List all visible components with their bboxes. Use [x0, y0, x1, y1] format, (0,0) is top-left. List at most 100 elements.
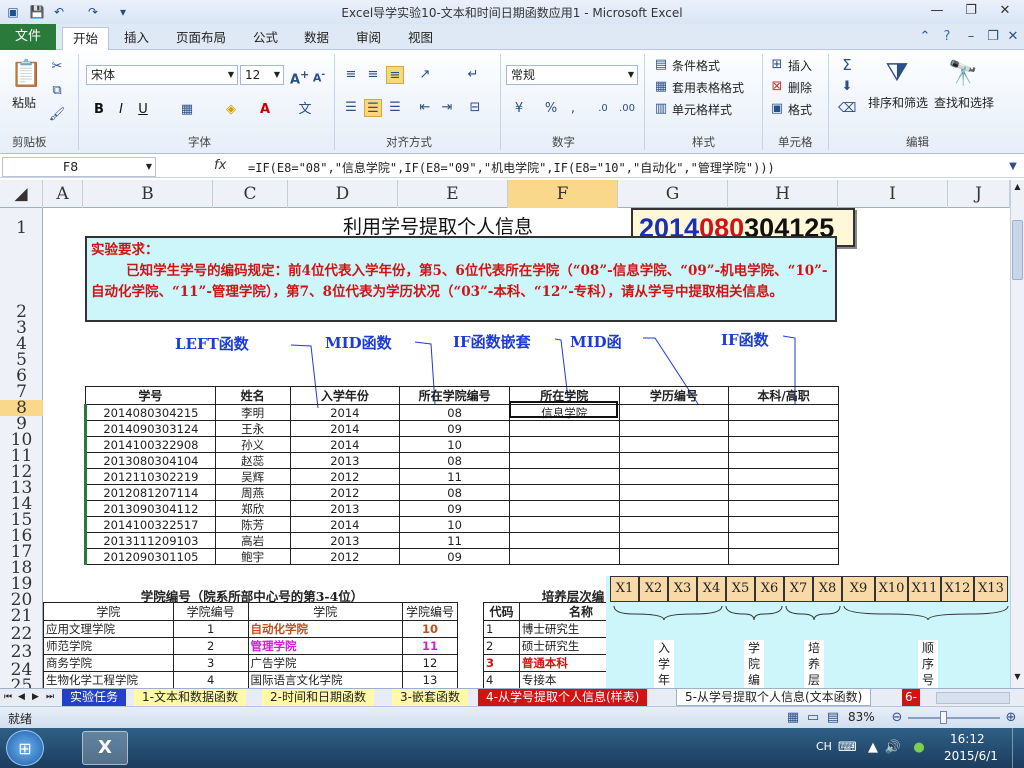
- college-code-cell[interactable]: 10: [401, 620, 459, 638]
- cell-style-icon[interactable]: ▥: [652, 100, 670, 118]
- normal-view-icon[interactable]: ▦: [784, 709, 802, 727]
- network-icon[interactable]: ●: [910, 739, 928, 757]
- student-cell[interactable]: 2013080304104: [84, 452, 216, 469]
- currency-icon[interactable]: ¥: [510, 100, 528, 118]
- percent-icon[interactable]: %: [542, 100, 560, 118]
- college-name-cell[interactable]: 国际语言文化学院: [247, 671, 403, 688]
- student-cell[interactable]: 2013111209103: [84, 532, 216, 549]
- merge-center-icon[interactable]: ⊟: [466, 99, 484, 117]
- college-code-cell[interactable]: 11: [401, 637, 459, 655]
- student-cell[interactable]: [508, 468, 620, 485]
- column-header-f[interactable]: F: [508, 180, 618, 208]
- student-cell[interactable]: 2012081207114: [84, 484, 216, 501]
- align-right-icon[interactable]: ☰: [386, 99, 404, 117]
- student-cell[interactable]: 2013090304112: [84, 500, 216, 517]
- student-cell[interactable]: 陈芳: [214, 516, 291, 533]
- student-cell[interactable]: [728, 468, 839, 485]
- student-cell[interactable]: 2014: [289, 436, 401, 453]
- student-cell[interactable]: [508, 548, 620, 565]
- decrease-indent-icon[interactable]: ⇤: [416, 99, 434, 117]
- level-code-cell[interactable]: 4: [483, 671, 520, 688]
- insert-button[interactable]: 插入: [788, 57, 812, 74]
- student-cell[interactable]: 10: [399, 436, 510, 453]
- student-cell[interactable]: 2013: [289, 452, 401, 469]
- column-header-d[interactable]: D: [288, 180, 398, 208]
- paste-icon[interactable]: 📋: [10, 58, 42, 90]
- column-header-j[interactable]: J: [948, 180, 1010, 208]
- student-cell[interactable]: [618, 484, 730, 501]
- student-cell[interactable]: 09: [399, 420, 510, 437]
- level-code-cell[interactable]: 1: [483, 620, 520, 638]
- student-cell[interactable]: [728, 420, 839, 437]
- college-name-cell[interactable]: 自动化学院: [247, 620, 403, 638]
- italic-icon[interactable]: I: [112, 101, 130, 119]
- student-cell[interactable]: 2013: [289, 532, 401, 549]
- format-button[interactable]: 格式: [788, 101, 812, 118]
- header-student-id[interactable]: 学号: [85, 386, 216, 405]
- name-box[interactable]: F8 ▼: [2, 157, 156, 177]
- clock-time[interactable]: 16:12: [950, 732, 985, 746]
- college-code-cell[interactable]: 1: [172, 620, 249, 638]
- student-cell[interactable]: [508, 532, 620, 549]
- row-header[interactable]: 22: [0, 626, 43, 643]
- fill-color-icon[interactable]: ◈: [222, 101, 240, 119]
- find-select-button[interactable]: 查找和选择: [934, 94, 994, 111]
- fill-icon[interactable]: ⬇: [838, 78, 856, 96]
- student-cell[interactable]: [508, 500, 620, 517]
- sheet-tab-4[interactable]: 4-从学号提取个人信息(样表): [478, 689, 648, 706]
- student-cell[interactable]: 吴辉: [214, 468, 291, 485]
- align-left-icon[interactable]: ☰: [342, 99, 360, 117]
- grow-font-icon[interactable]: A+: [290, 66, 309, 87]
- delete-button[interactable]: 删除: [788, 79, 812, 96]
- align-center-icon[interactable]: ☰: [364, 99, 382, 117]
- font-name-combo[interactable]: 宋体 ▼: [86, 65, 238, 85]
- student-cell[interactable]: [618, 436, 730, 453]
- column-header-i[interactable]: I: [838, 180, 948, 208]
- decrease-decimal-icon[interactable]: .00: [618, 100, 636, 118]
- selected-cell-f8[interactable]: [509, 401, 618, 418]
- student-cell[interactable]: [508, 436, 620, 453]
- student-cell[interactable]: 2012090301105: [84, 548, 216, 565]
- college-name-cell[interactable]: 商务学院: [43, 654, 174, 672]
- column-header-c[interactable]: C: [213, 180, 288, 208]
- student-cell[interactable]: 08: [399, 404, 510, 421]
- phonetic-icon[interactable]: 文: [296, 101, 314, 119]
- clock-date[interactable]: 2015/6/1: [944, 749, 998, 763]
- column-header-b[interactable]: B: [83, 180, 213, 208]
- zoom-slider-thumb[interactable]: [940, 711, 947, 724]
- student-cell[interactable]: [728, 516, 839, 533]
- header-level-code[interactable]: 学历编号: [618, 386, 730, 405]
- prev-sheet-icon[interactable]: ◀: [16, 689, 27, 706]
- zoom-level[interactable]: 83%: [848, 710, 875, 724]
- sheet-tab-6[interactable]: 6-: [902, 689, 920, 706]
- student-cell[interactable]: 高岩: [214, 532, 291, 549]
- student-cell[interactable]: 李明: [214, 404, 291, 421]
- student-cell[interactable]: 2014090303124: [84, 420, 216, 437]
- minimize-button[interactable]: —: [924, 2, 950, 20]
- student-cell[interactable]: 2014100322908: [84, 436, 216, 453]
- student-cell[interactable]: 周燕: [214, 484, 291, 501]
- page-layout-view-icon[interactable]: ▭: [804, 709, 822, 727]
- student-cell[interactable]: [728, 452, 839, 469]
- bold-icon[interactable]: B: [90, 101, 108, 119]
- collapse-ribbon-icon[interactable]: ⌃: [916, 28, 934, 46]
- college-name-cell[interactable]: 管理学院: [247, 637, 403, 655]
- tab-file[interactable]: 文件: [0, 24, 56, 50]
- cell-style-button[interactable]: 单元格样式: [672, 101, 732, 118]
- college-code-cell[interactable]: 3: [172, 654, 249, 672]
- student-cell[interactable]: [508, 484, 620, 501]
- row-header[interactable]: 23: [0, 644, 43, 661]
- tab-view[interactable]: 视图: [398, 27, 443, 50]
- college-name-cell[interactable]: 应用文理学院: [43, 620, 174, 638]
- student-cell[interactable]: 2014: [289, 420, 401, 437]
- student-cell[interactable]: [618, 404, 730, 421]
- student-cell[interactable]: [728, 484, 839, 501]
- clear-icon[interactable]: ⌫: [838, 100, 856, 118]
- underline-icon[interactable]: U: [134, 101, 152, 119]
- college-name-cell[interactable]: 生物化学工程学院: [43, 671, 174, 688]
- level-code-cell[interactable]: 2: [483, 637, 520, 655]
- volume-icon[interactable]: 🔊: [884, 739, 902, 757]
- student-cell[interactable]: 09: [399, 500, 510, 517]
- student-cell[interactable]: [508, 516, 620, 533]
- header-name[interactable]: 姓名: [214, 386, 291, 405]
